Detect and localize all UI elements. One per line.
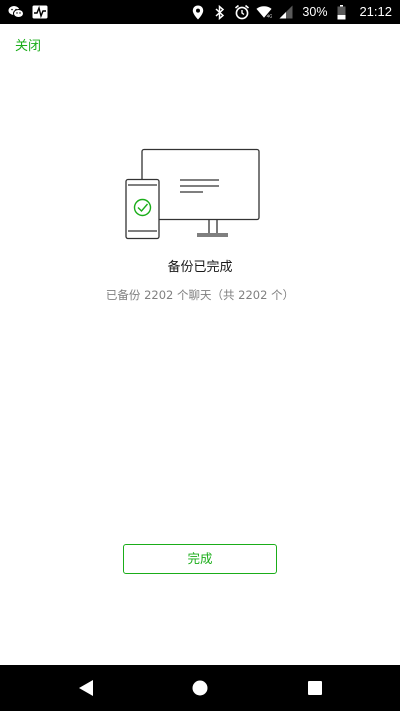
wechat-icon bbox=[8, 4, 24, 20]
navigation-bar bbox=[0, 665, 400, 711]
bluetooth-icon bbox=[212, 4, 228, 20]
svg-text:4G: 4G bbox=[267, 13, 272, 18]
location-icon bbox=[190, 4, 206, 20]
activity-monitor-icon bbox=[32, 4, 48, 20]
signal-icon bbox=[278, 4, 294, 20]
back-icon[interactable] bbox=[76, 678, 96, 698]
backup-illustration bbox=[125, 148, 261, 242]
status-bar: 4G 30% 21:12 bbox=[0, 0, 400, 24]
battery-icon bbox=[333, 4, 349, 20]
close-button[interactable]: 关闭 bbox=[15, 39, 41, 55]
recents-icon[interactable] bbox=[305, 678, 325, 698]
status-clock: 21:12 bbox=[359, 4, 392, 19]
wifi-icon: 4G bbox=[256, 4, 272, 20]
battery-percent: 30% bbox=[302, 5, 328, 19]
home-icon[interactable] bbox=[190, 678, 210, 698]
done-button[interactable]: 完成 bbox=[123, 544, 277, 574]
backup-complete-title: 备份已完成 bbox=[167, 260, 233, 275]
backup-summary-text: 已备份 2202 个聊天（共 2202 个） bbox=[105, 288, 295, 302]
alarm-icon bbox=[234, 4, 250, 20]
